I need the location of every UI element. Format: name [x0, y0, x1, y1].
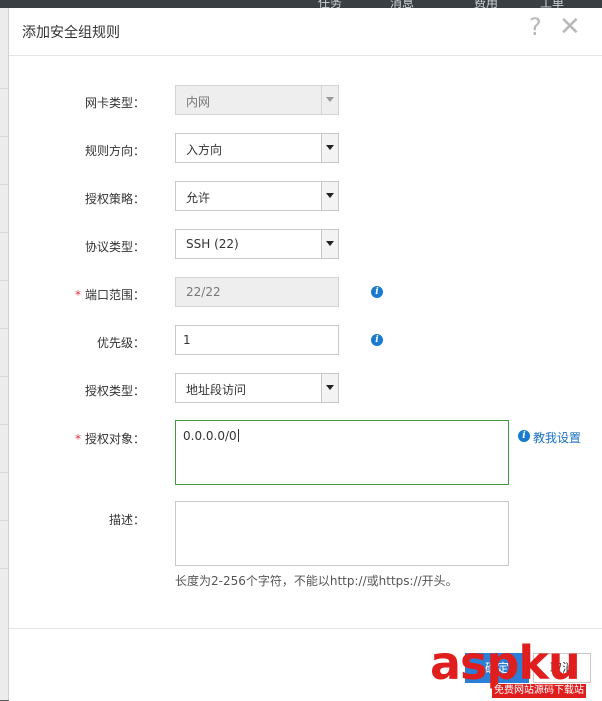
policy-label: 授权策略： — [84, 192, 145, 206]
help-icon[interactable]: ? — [529, 12, 542, 42]
topbar-item-billing: 费用 — [474, 0, 499, 8]
auth-type-label: 授权类型： — [84, 384, 145, 398]
policy-value: 允许 — [186, 191, 211, 205]
dialog-header: 添加安全组规则 ? ✕ — [9, 8, 602, 56]
direction-value: 入方向 — [186, 143, 223, 157]
topbar-item-tickets: 工单 — [540, 0, 565, 8]
port-range-value: 22/22 — [186, 285, 221, 299]
auth-object-textarea[interactable]: 0.0.0.0/0 — [175, 420, 509, 485]
chevron-down-icon[interactable] — [321, 182, 338, 210]
description-textarea[interactable] — [175, 501, 509, 566]
auth-object-label: * 授权对象： — [74, 432, 145, 446]
description-hint: 长度为2-256个字符，不能以http://或https://开头。 — [175, 574, 458, 588]
info-icon[interactable]: i — [371, 286, 383, 298]
info-icon[interactable]: i — [371, 334, 383, 346]
required-marker: * — [74, 432, 81, 446]
direction-select[interactable]: 入方向 — [175, 133, 339, 163]
teach-me-setup-link[interactable]: 教我设置 — [533, 429, 581, 446]
chevron-down-icon — [321, 86, 338, 114]
watermark-main-text: aspku — [430, 636, 581, 690]
required-marker: * — [74, 288, 81, 302]
info-icon: i — [518, 430, 530, 442]
dialog-title: 添加安全组规则 — [22, 25, 120, 41]
priority-label: 优先级： — [96, 336, 145, 350]
port-range-label: * 端口范围： — [74, 288, 145, 302]
policy-select[interactable]: 允许 — [175, 181, 339, 211]
topbar-item-messages: 消息 — [390, 0, 415, 8]
auth-type-value: 地址段访问 — [186, 383, 247, 397]
topbar-item-tasks: 任务 — [318, 0, 343, 8]
background-topbar: 任务 消息 费用 工单 — [0, 0, 602, 8]
chevron-down-icon[interactable] — [321, 374, 338, 402]
site-watermark-logo: aspku 免费网站源码下载站 — [430, 638, 602, 700]
protocol-select[interactable]: SSH (22) — [175, 229, 339, 259]
watermark-sub-text: 免费网站源码下载站 — [492, 684, 586, 698]
auth-object-value: 0.0.0.0/0 — [183, 429, 239, 443]
protocol-value: SSH (22) — [186, 237, 239, 251]
add-security-group-rule-dialog: 添加安全组规则 ? ✕ 网卡类型： 内网 规则方向： 入方向 授权策略： 允许 … — [9, 8, 602, 701]
text-caret — [237, 429, 239, 442]
priority-value: 1 — [183, 333, 191, 347]
protocol-label: 协议类型： — [84, 240, 145, 254]
chevron-down-icon[interactable] — [321, 134, 338, 162]
nic-type-label: 网卡类型： — [84, 96, 145, 110]
direction-label: 规则方向： — [84, 144, 145, 158]
close-icon[interactable]: ✕ — [559, 12, 581, 42]
priority-input[interactable]: 1 — [175, 325, 339, 355]
description-label: 描述： — [108, 513, 145, 527]
auth-type-select[interactable]: 地址段访问 — [175, 373, 339, 403]
nic-type-value: 内网 — [186, 95, 211, 109]
port-range-input: 22/22 — [175, 277, 339, 307]
chevron-down-icon[interactable] — [321, 230, 338, 258]
nic-type-select: 内网 — [175, 85, 339, 115]
background-left-strip — [0, 8, 9, 700]
